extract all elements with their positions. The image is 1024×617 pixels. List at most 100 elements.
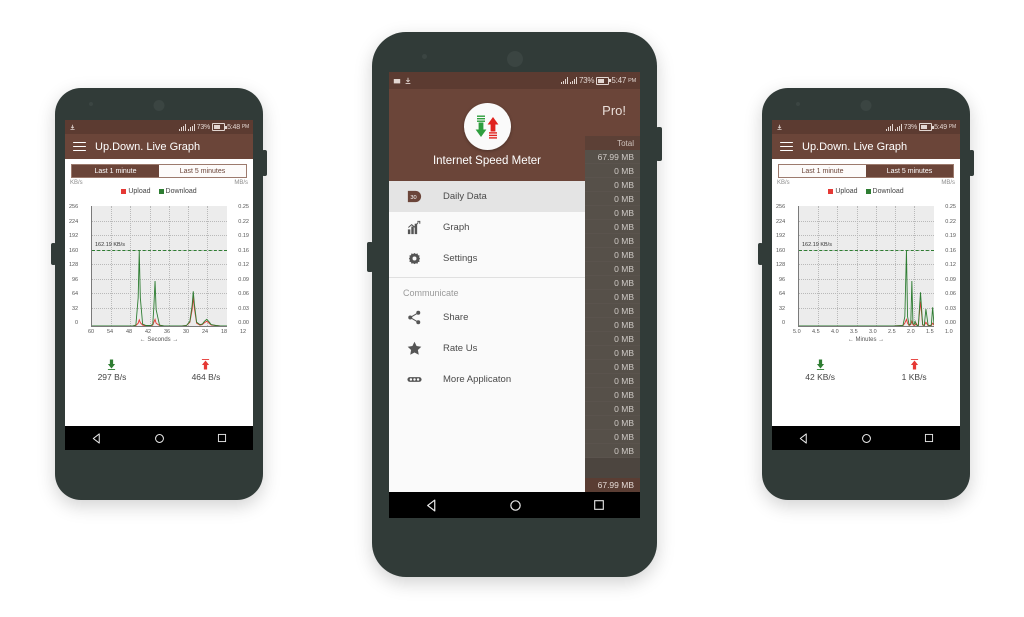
y-axis-unit-right: MB/s — [234, 180, 248, 186]
menu-item-label: Share — [443, 312, 469, 323]
left-phone-device: 73% 5:48 PM Up.Down. Live Graph Last 1 m… — [51, 88, 267, 500]
menu-item-daily-data[interactable]: 30 Daily Data — [389, 181, 585, 212]
recents-square-icon[interactable] — [593, 499, 605, 511]
download-arrow-icon — [108, 359, 116, 370]
menu-item-share[interactable]: Share — [389, 302, 585, 333]
download-arrow-icon — [816, 359, 824, 370]
status-bar: 73% 5:47 PM — [389, 72, 640, 89]
xtick-36: 36 — [164, 329, 171, 335]
hamburger-menu-icon[interactable] — [780, 141, 793, 152]
xtick-3-5: 3.5 — [850, 329, 858, 335]
recents-square-icon[interactable] — [924, 433, 934, 443]
y2tick-016: 0.16 — [238, 247, 249, 254]
legend-upload: Upload — [121, 188, 151, 195]
download-series-path — [92, 251, 227, 326]
ytick-192: 192 — [69, 233, 79, 239]
tab-last-5-minutes[interactable]: Last 5 minutes — [159, 165, 246, 177]
y2tick-003: 0.03 — [238, 305, 249, 312]
xtick-2-5: 2.5 — [888, 329, 896, 335]
y-axis-unit-right: MB/s — [941, 180, 955, 186]
app-bar: Up.Down. Live Graph — [65, 134, 253, 159]
tab-last-5-minutes[interactable]: Last 5 minutes — [866, 165, 953, 177]
y2tick-012: 0.12 — [238, 262, 249, 268]
ytick-0: 0 — [782, 320, 786, 326]
download-series-path — [799, 250, 934, 326]
calendar-30-icon: 30 — [403, 188, 425, 205]
upload-speed-value: 1 KB/s — [901, 372, 927, 382]
drawer-divider — [389, 277, 585, 278]
status-time: 5:47 — [611, 76, 627, 85]
tab-last-1-minute[interactable]: Last 1 minute — [779, 165, 866, 177]
menu-item-more-application[interactable]: More Applicaton — [389, 364, 585, 395]
download-readout: 42 KB/s — [805, 359, 835, 382]
battery-percent: 73% — [578, 76, 595, 85]
back-triangle-icon[interactable] — [798, 432, 809, 444]
y2tick-003: 0.03 — [945, 305, 956, 312]
volume-button[interactable] — [758, 243, 763, 265]
ytick-64: 64 — [72, 291, 79, 297]
signal-icon-2 — [894, 123, 902, 131]
xtick-18: 18 — [221, 329, 228, 335]
battery-icon — [919, 123, 934, 131]
back-triangle-icon[interactable] — [425, 498, 438, 512]
scene: 73% 5:48 PM Up.Down. Live Graph Last 1 m… — [0, 0, 1024, 617]
power-button[interactable] — [969, 150, 974, 176]
front-camera-icon — [89, 102, 93, 106]
sd-card-icon — [393, 78, 401, 83]
battery-percent: 73% — [903, 123, 918, 131]
back-triangle-icon[interactable] — [91, 432, 102, 444]
y2tick-000: 0.00 — [945, 320, 956, 326]
power-button[interactable] — [262, 150, 267, 176]
signal-icon-1 — [885, 123, 893, 131]
y2tick-025: 0.25 — [945, 204, 956, 210]
ytick-224: 224 — [69, 218, 79, 225]
more-apps-icon — [403, 371, 425, 388]
menu-item-graph[interactable]: Graph — [389, 212, 585, 243]
power-button[interactable] — [656, 127, 662, 161]
menu-item-settings[interactable]: Settings — [389, 243, 585, 274]
legend-upload: Upload — [828, 188, 858, 195]
xtick-2-0: 2.0 — [907, 329, 915, 335]
system-navigation-bar — [772, 426, 960, 450]
ytick-32: 32 — [779, 305, 786, 312]
download-speed-value: 297 B/s — [97, 372, 127, 382]
plot-area — [798, 206, 934, 327]
threshold-label: 162.19 KB/s — [95, 242, 125, 248]
status-bar: 73% 5:48 PM — [65, 120, 253, 134]
menu-item-label: More Applicaton — [443, 374, 512, 385]
recents-square-icon[interactable] — [217, 433, 227, 443]
y2tick-019: 0.19 — [238, 233, 249, 239]
upload-arrow-icon — [202, 359, 210, 370]
download-indicator-icon — [777, 124, 782, 130]
live-graph-chart: 256 224 192 160 128 96 64 32 0 0.25 0.22… — [69, 197, 249, 347]
home-circle-icon[interactable] — [509, 499, 522, 512]
battery-percent: 73% — [196, 123, 211, 131]
signal-icon-1 — [560, 77, 568, 84]
battery-icon — [212, 123, 227, 131]
volume-button[interactable] — [51, 243, 56, 265]
home-circle-icon[interactable] — [861, 433, 872, 444]
xtick-42: 42 — [145, 329, 152, 335]
y2tick-012: 0.12 — [945, 262, 956, 268]
battery-icon — [596, 76, 611, 85]
legend-download: Download — [865, 188, 904, 195]
home-circle-icon[interactable] — [154, 433, 165, 444]
download-indicator-icon — [70, 124, 75, 130]
hamburger-menu-icon[interactable] — [73, 141, 86, 152]
menu-item-label: Graph — [443, 222, 470, 233]
chart-legend: Upload Download — [772, 188, 960, 195]
tab-last-1-minute[interactable]: Last 1 minute — [72, 165, 159, 177]
volume-button[interactable] — [367, 242, 373, 272]
status-meridiem: PM — [948, 124, 956, 130]
y2tick-009: 0.09 — [238, 276, 249, 283]
x-axis-label: ← Seconds → — [139, 337, 179, 343]
app-bar: Up.Down. Live Graph — [772, 134, 960, 159]
menu-item-rate-us[interactable]: Rate Us — [389, 333, 585, 364]
plot-area — [91, 206, 227, 327]
status-meridiem: PM — [241, 124, 249, 130]
y2tick-006: 0.06 — [945, 291, 956, 297]
drawer-header: Internet Speed Meter — [389, 89, 585, 181]
range-tabs: Last 1 minute Last 5 minutes — [71, 164, 247, 178]
ytick-160: 160 — [69, 247, 79, 254]
left-phone-screen: 73% 5:48 PM Up.Down. Live Graph Last 1 m… — [65, 120, 253, 450]
